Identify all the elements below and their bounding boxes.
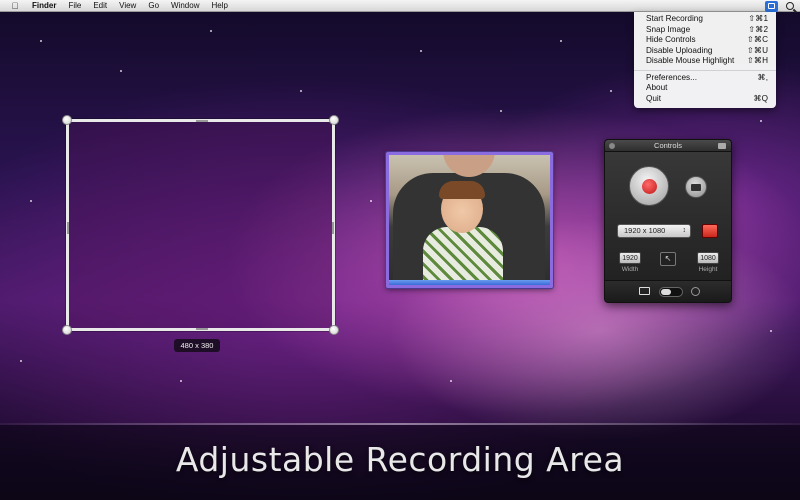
menu-item-disable-uploading[interactable]: Disable Uploading ⇧⌘U [634, 46, 776, 57]
menu-item-label: About [646, 83, 668, 92]
webcam-toggle-icon[interactable] [702, 224, 718, 238]
menu-item-start-recording[interactable]: Start Recording ⇧⌘1 [634, 14, 776, 25]
apple-logo-icon[interactable]:  [8, 1, 22, 11]
menu-item-snap-image[interactable]: Snap Image ⇧⌘2 [634, 25, 776, 36]
menu-file[interactable]: File [68, 1, 81, 10]
recording-area-frame[interactable] [62, 115, 339, 335]
menu-item-preferences[interactable]: Preferences... ⌘, [634, 73, 776, 84]
menu-item-label: Disable Uploading [646, 45, 713, 55]
menu-item-quit[interactable]: Quit ⌘Q [634, 94, 776, 105]
menu-item-shortcut: ⇧⌘U [747, 45, 768, 55]
source-toggle[interactable] [659, 287, 683, 297]
resize-handle-top[interactable] [196, 120, 208, 122]
menu-item-shortcut: ⇧⌘C [747, 35, 768, 44]
resize-handle-bottom-left[interactable] [62, 325, 72, 335]
menu-item-shortcut: ⌘, [757, 72, 768, 82]
resize-handle-top-right[interactable] [329, 115, 339, 125]
menu-window[interactable]: Window [171, 1, 199, 10]
folder-icon[interactable] [718, 143, 726, 149]
resize-handle-bottom-right[interactable] [329, 325, 339, 335]
recording-size-label: 480 x 380 [174, 339, 220, 352]
menu-item-shortcut: ⌘Q [753, 93, 768, 103]
menu-item-hide-controls[interactable]: Hide Controls ⇧⌘C [634, 35, 776, 46]
menu-edit[interactable]: Edit [93, 1, 107, 10]
spotlight-search-icon[interactable] [786, 2, 794, 10]
recorder-dropdown-menu: Start Recording ⇧⌘1 Snap Image ⇧⌘2 Hide … [634, 12, 776, 108]
menu-item-shortcut: ⇧⌘1 [748, 14, 768, 23]
close-icon[interactable] [609, 143, 615, 149]
controls-title-bar[interactable]: Controls [605, 140, 731, 152]
menu-bar:  Finder File Edit View Go Window Help [0, 0, 800, 12]
feature-caption: Adjustable Recording Area [175, 440, 625, 479]
resize-handle-right[interactable] [332, 222, 334, 234]
height-field[interactable]: 1080 [697, 252, 719, 264]
width-field[interactable]: 1920 [619, 252, 641, 264]
menu-finder[interactable]: Finder [32, 1, 56, 10]
menu-item-shortcut: ⇧⌘H [747, 56, 768, 65]
webcam-preview[interactable] [386, 152, 553, 288]
menu-item-label: Quit [646, 93, 662, 103]
record-button[interactable] [629, 166, 669, 206]
menu-item-shortcut: ⇧⌘2 [748, 24, 768, 34]
controls-footer [605, 280, 731, 302]
record-icon [641, 178, 657, 194]
menu-item-label: Disable Mouse Highlight [646, 56, 735, 65]
cursor-icon[interactable]: ↖ [660, 252, 676, 266]
resize-handle-left[interactable] [67, 222, 69, 234]
menu-go[interactable]: Go [148, 1, 159, 10]
webcam-resize-bar[interactable] [389, 280, 550, 285]
menu-separator [634, 69, 776, 71]
menu-item-about[interactable]: About [634, 83, 776, 94]
menu-item-label: Snap Image [646, 24, 691, 34]
screen-recorder-icon[interactable] [765, 0, 778, 12]
menu-help[interactable]: Help [211, 1, 227, 10]
camera-icon [691, 183, 701, 191]
controls-title: Controls [654, 141, 682, 150]
height-label: Height [698, 266, 718, 273]
resize-handle-top-left[interactable] [62, 115, 72, 125]
webcam-icon[interactable] [691, 287, 700, 296]
snapshot-button[interactable] [685, 176, 707, 198]
menu-item-label: Start Recording [646, 14, 703, 23]
menu-item-label: Preferences... [646, 72, 697, 82]
menu-view[interactable]: View [119, 1, 136, 10]
resolution-select[interactable]: 1920 x 1080 [617, 224, 691, 238]
resize-handle-bottom[interactable] [196, 328, 208, 330]
menu-item-disable-mouse-highlight[interactable]: Disable Mouse Highlight ⇧⌘H [634, 56, 776, 67]
width-label: Width [621, 266, 639, 273]
controls-panel: Controls 1920 x 1080 1920 Width ↖ 1080 H… [604, 139, 732, 303]
monitor-icon[interactable] [639, 287, 650, 295]
menu-item-label: Hide Controls [646, 35, 696, 44]
